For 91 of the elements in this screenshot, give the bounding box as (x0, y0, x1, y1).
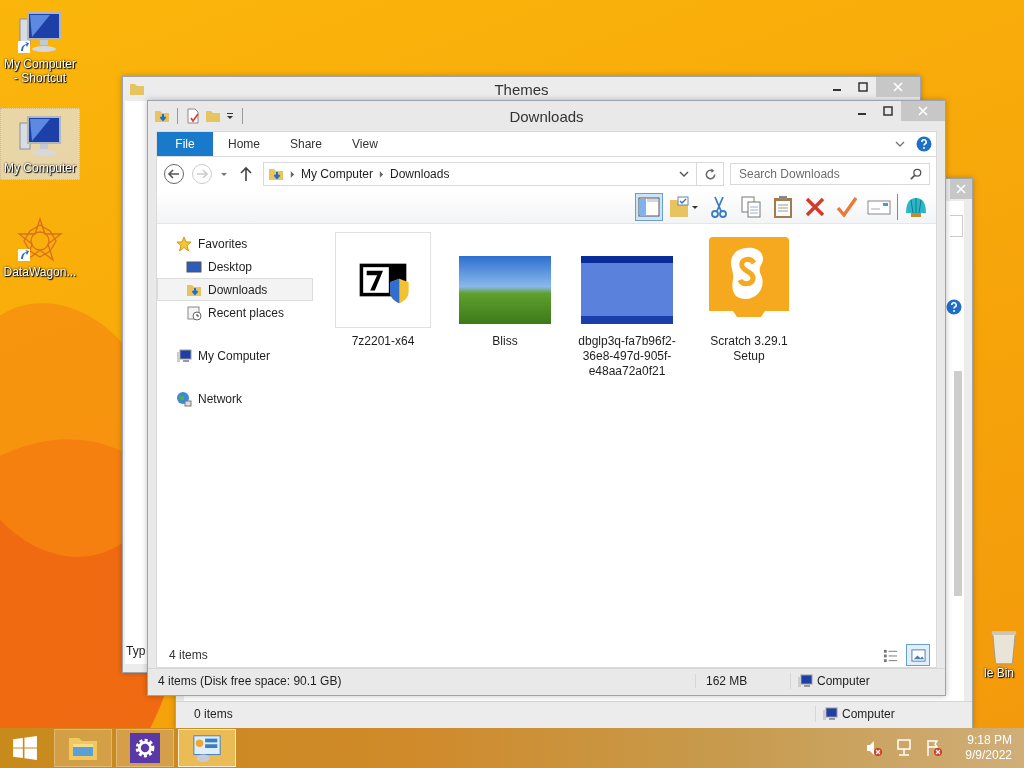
folder-download-icon (268, 166, 284, 182)
close-icon (918, 106, 928, 116)
nav-label: Favorites (198, 236, 248, 251)
ribbon-tab[interactable]: View (337, 132, 393, 156)
toolbar-button[interactable] (635, 193, 663, 221)
window-title: Themes (494, 80, 549, 98)
chevron-right-icon (290, 170, 295, 178)
computer-icon (797, 673, 813, 689)
bin-icon (990, 628, 1018, 666)
search-icon (910, 168, 922, 180)
ribbon-tab[interactable]: Home (213, 132, 275, 156)
taskbar-button[interactable] (178, 729, 236, 767)
clock-time: 9:18 PM (967, 733, 1012, 748)
muted-speaker-icon[interactable] (865, 739, 884, 757)
navigation-item[interactable]: Recent places (157, 301, 313, 324)
status-text: Computer (842, 707, 895, 721)
ribbon-tab[interactable]: Share (275, 132, 338, 156)
navigation-item[interactable]: Desktop (157, 255, 313, 278)
taskbar-button[interactable] (116, 729, 174, 767)
file-item[interactable]: Scratch 3.29.1 Setup (701, 232, 797, 364)
computer-icon (822, 706, 838, 722)
minimize-icon (858, 113, 866, 115)
shortcut-label: le Bin (984, 666, 1014, 680)
navigation-item[interactable]: My Computer (157, 344, 313, 367)
check-mark-icon (835, 195, 859, 219)
folder-icon (129, 81, 145, 97)
properties-icon[interactable] (185, 108, 201, 124)
computer-icon (176, 347, 192, 364)
shell-icon (904, 195, 928, 219)
nav-label: Desktop (208, 259, 253, 274)
maximize-icon (858, 82, 868, 92)
back-button[interactable] (163, 163, 185, 185)
folder-options-icon (668, 195, 700, 219)
status-text: Computer (817, 674, 870, 688)
navigation-item[interactable]: Favorites (157, 232, 313, 255)
flag-icon[interactable] (925, 739, 944, 757)
status-text: 0 items (193, 707, 234, 721)
gear-icon (130, 733, 160, 763)
close-icon (893, 82, 903, 92)
cat-logo-icon (707, 235, 791, 319)
item-count: 4 items (169, 648, 208, 662)
monitor-icon (186, 258, 202, 275)
folder-download-icon[interactable] (154, 108, 170, 124)
chevron-right-icon (379, 170, 385, 178)
navigation-item[interactable]: Downloads (157, 278, 313, 301)
search-field[interactable]: Search Downloads (730, 163, 930, 185)
large-icons-view-icon (910, 647, 926, 663)
shortcut-label: DataWagon... (3, 265, 77, 279)
refresh-icon (703, 167, 717, 181)
windows-logo-icon (12, 735, 38, 761)
column-header: Typ (126, 644, 146, 658)
nav-label: Network (198, 391, 242, 406)
view-button[interactable] (906, 644, 930, 666)
search-field[interactable] (950, 215, 963, 237)
copy-icon (739, 195, 763, 219)
nav-label: Recent places (208, 305, 285, 320)
scrollbar[interactable] (954, 371, 962, 596)
nav-label: My Computer (198, 348, 271, 363)
globe-icon (176, 390, 192, 407)
file-item[interactable]: dbglp3q-fa7b96f2-36e8-497d-905f-e48aa72a0f21 (579, 232, 675, 379)
file-name: Scratch 3.29.1 Setup (709, 334, 789, 364)
clock-date: 9/9/2022 (965, 748, 1012, 763)
shortcut-label: My Computer - Shortcut (3, 57, 77, 85)
recent-places-icon (186, 304, 202, 321)
file-name: 7z2201-x64 (350, 334, 416, 349)
window-title: Downloads (509, 107, 584, 125)
address-bar[interactable]: My Computer Downloads (263, 162, 724, 186)
file-menu-tab[interactable]: File (157, 132, 213, 156)
breadcrumb-item[interactable]: Downloads (390, 167, 450, 181)
breadcrumb-item[interactable]: My Computer (301, 167, 374, 181)
help-icon[interactable] (916, 136, 932, 152)
x-mark-icon (803, 195, 827, 219)
star-icon (176, 235, 192, 252)
control-panel-icon (192, 733, 222, 763)
close-icon (956, 184, 966, 194)
file-item[interactable]: Bliss (457, 232, 553, 349)
details-view-icon (882, 647, 898, 663)
up-arrow-icon[interactable] (239, 166, 253, 182)
status-text: 4 items (Disk free space: 90.1 GB) (157, 674, 343, 688)
file-name: dbglp3q-fa7b96f2-36e8-497d-905f-e48aa72a0f21 (577, 334, 677, 379)
nav-label: Downloads (208, 282, 268, 297)
navigation-item[interactable]: Network (157, 387, 313, 410)
maximize-icon (883, 106, 893, 116)
help-icon[interactable] (946, 299, 962, 315)
preview-pane-icon (637, 195, 661, 219)
shortcut-label: My Computer (4, 161, 76, 175)
dropdown-icon[interactable] (225, 111, 235, 121)
status-text: 162 MB (695, 674, 790, 688)
clipboard-icon (771, 195, 795, 219)
minimize-icon (833, 89, 841, 91)
file-name: Bliss (491, 334, 519, 349)
